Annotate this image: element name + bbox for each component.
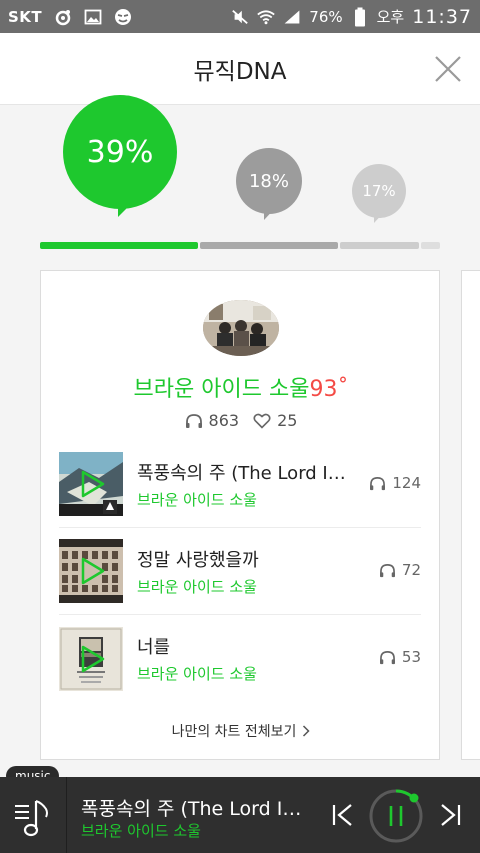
dna-distribution-bar [40, 242, 440, 249]
track-info: 너를 브라운 아이드 소울 [137, 633, 357, 684]
close-icon[interactable] [434, 55, 462, 83]
track-artist: 브라운 아이드 소울 [137, 665, 257, 683]
ampm-label: 오후 [376, 8, 405, 26]
track-artist: 브라운 아이드 소울 [137, 577, 257, 596]
track-title: 너를 [137, 637, 171, 658]
album-cover[interactable] [59, 539, 123, 603]
dna-segment-rest [421, 242, 440, 249]
view-full-chart-link[interactable]: 나만의 차트 전체보기 [41, 721, 441, 741]
track-info: 정말 사랑했을까 브라운 아이드 소울 [137, 546, 357, 597]
track-title: 정말 사랑했을까 [137, 549, 259, 571]
dna-segment-3 [340, 242, 419, 249]
play-count-value: 72 [401, 561, 421, 579]
player-divider [66, 777, 67, 853]
battery-percent: 76% [309, 7, 343, 26]
dna-segment-2 [200, 242, 338, 249]
bubble-tail [118, 191, 144, 217]
page-title: 뮤직DNA [193, 58, 287, 85]
play-count-value: 53 [401, 648, 421, 666]
next-track-icon[interactable] [437, 802, 463, 828]
album-cover[interactable] [59, 452, 123, 516]
genre-card[interactable]: 브라운 아이드 소울93˚ 863 25 폭풍속의 주 (The Lord In… [40, 270, 440, 760]
track-row[interactable]: 너를 브라운 아이드 소울 53 [59, 615, 421, 702]
headphones-icon [185, 413, 202, 428]
bubble-percent: 18% [248, 170, 289, 192]
headphones-icon [370, 476, 386, 490]
bubble-percent: 17% [362, 182, 396, 200]
play-icon[interactable] [77, 556, 107, 586]
genre-stats: 863 25 [41, 411, 441, 430]
play-count-value: 124 [392, 474, 421, 492]
like-stat[interactable]: 25 [253, 411, 297, 430]
mute-icon [231, 8, 249, 26]
listen-count: 863 [208, 411, 240, 430]
dna-bubble-second[interactable]: 18% [236, 148, 302, 220]
app-header: 뮤직DNA [0, 33, 480, 105]
play-icon[interactable] [77, 644, 107, 674]
play-icon[interactable] [77, 469, 107, 499]
next-card-peek[interactable] [461, 270, 480, 760]
battery-icon [351, 7, 369, 26]
track-list: 폭풍속의 주 (The Lord In The Storm) 브라운 아이드 소… [59, 441, 421, 702]
bubble-tail [264, 204, 279, 220]
track-row[interactable]: 정말 사랑했을까 브라운 아이드 소울 72 [59, 528, 421, 615]
now-playing-artist: 브라운 아이드 소울 [81, 822, 201, 840]
chevron-right-icon [303, 725, 310, 737]
mini-player[interactable]: 폭풍속의 주 (The Lord In The Storm) 브라운 아이드 소… [0, 777, 480, 853]
signal-icon [283, 8, 301, 26]
genre-temperature: 93˚ [309, 377, 349, 402]
headphones-icon [379, 650, 395, 664]
track-title: 폭풍속의 주 (The Lord In The Storm) [137, 462, 357, 484]
dna-bubble-top[interactable]: 39% [63, 95, 177, 217]
like-count: 25 [277, 411, 298, 430]
wifi-icon [257, 8, 276, 26]
track-play-count: 72 [379, 561, 421, 579]
carrier-label: SKT [8, 7, 43, 26]
game-icon [114, 8, 132, 26]
track-play-count: 124 [369, 474, 421, 492]
heart-icon [253, 413, 271, 429]
playlist-icon[interactable] [12, 793, 54, 839]
track-artist: 브라운 아이드 소울 [137, 490, 257, 509]
bubble-percent: 39% [86, 134, 154, 170]
clock: 11:37 [412, 5, 472, 28]
status-bar: SKT 76% 오후 11:37 [0, 0, 480, 33]
pause-button[interactable] [368, 788, 424, 844]
genre-name: 브라운 아이드 소울 [133, 377, 310, 402]
gallery-icon [84, 8, 102, 26]
artist-photo [203, 300, 279, 356]
view-full-chart-label: 나만의 차트 전체보기 [171, 724, 297, 740]
now-playing-title: 폭풍속의 주 (The Lord In The Storm) [81, 798, 311, 820]
listen-stat: 863 [185, 411, 240, 430]
track-play-count: 53 [379, 648, 421, 666]
dna-bubble-third[interactable]: 17% [352, 164, 406, 223]
album-cover[interactable] [59, 626, 123, 691]
headphones-icon [379, 563, 395, 577]
bubble-tail [374, 210, 386, 223]
previous-track-icon[interactable] [330, 802, 356, 828]
notification-app-icon [54, 8, 72, 26]
track-row[interactable]: 폭풍속의 주 (The Lord In The Storm) 브라운 아이드 소… [59, 441, 421, 528]
genre-heading: 브라운 아이드 소울93˚ [41, 371, 441, 403]
dna-segment-1 [40, 242, 198, 249]
track-info: 폭풍속의 주 (The Lord In The Storm) 브라운 아이드 소… [137, 459, 357, 510]
